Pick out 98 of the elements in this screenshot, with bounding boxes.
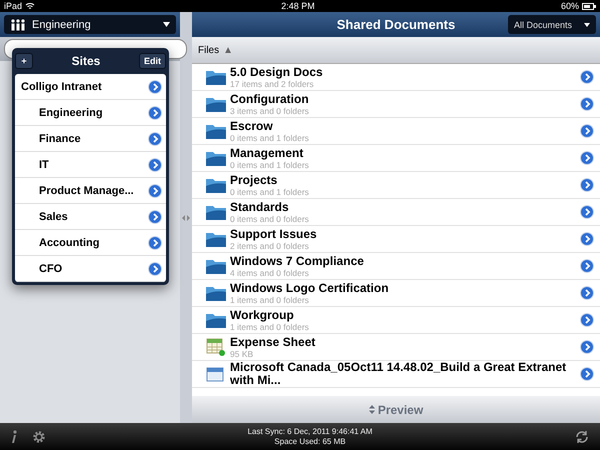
- clock: 2:48 PM: [281, 1, 315, 11]
- info-icon[interactable]: [10, 430, 18, 444]
- space-used-text: Space Used: 65 MB: [274, 436, 346, 446]
- file-name: Windows Logo Certification: [230, 282, 390, 294]
- folder-icon: [206, 96, 226, 112]
- file-row[interactable]: Standards 0 items and 0 folders: [192, 199, 600, 226]
- file-name: Projects: [230, 174, 278, 186]
- file-row[interactable]: Management 0 items and 1 folders: [192, 145, 600, 172]
- file-details: 0 items and 1 folders: [230, 186, 310, 196]
- preview-button[interactable]: Preview: [192, 396, 600, 423]
- file-details: 95 KB: [230, 348, 254, 358]
- file-name: Standards: [230, 200, 290, 214]
- site-list-item[interactable]: CFO: [15, 256, 166, 282]
- folder-icon: [206, 204, 226, 220]
- disclosure-icon[interactable]: [580, 313, 594, 327]
- file-name: Management: [230, 146, 304, 160]
- site-selector[interactable]: Engineering: [4, 15, 176, 34]
- disclosure-icon[interactable]: [580, 286, 594, 300]
- spreadsheet-icon: [206, 338, 226, 356]
- wifi-icon: [25, 2, 36, 10]
- file-row[interactable]: Workgroup 1 items and 0 folders: [192, 307, 600, 334]
- disclosure-icon[interactable]: [580, 70, 594, 84]
- file-name: 5.0 Design Docs: [230, 66, 324, 78]
- file-details: 1 items and 0 folders: [230, 294, 310, 304]
- disclosure-icon[interactable]: [580, 340, 594, 354]
- file-details: 1 items and 0 folders: [230, 322, 310, 332]
- library-title: Shared Documents: [336, 17, 456, 32]
- file-row[interactable]: Support Issues 2 items and 0 folders: [192, 226, 600, 253]
- folder-icon: [206, 231, 226, 247]
- file-row[interactable]: Escrow 0 items and 1 folders: [192, 118, 600, 145]
- folder-icon: [206, 258, 226, 274]
- folder-icon: [206, 150, 226, 166]
- file-details: 0 items and 0 folders: [230, 214, 310, 224]
- file-name: Escrow: [230, 120, 274, 132]
- view-selector[interactable]: All Documents: [508, 15, 596, 34]
- popover-title: Sites: [72, 54, 100, 68]
- disclosure-icon[interactable]: [580, 232, 594, 246]
- disclosure-icon[interactable]: [148, 236, 162, 250]
- disclosure-icon[interactable]: [580, 124, 594, 138]
- site-list-item[interactable]: Colligo Intranet: [15, 74, 166, 100]
- disclosure-icon[interactable]: [580, 259, 594, 273]
- file-details: 17 items and 2 folders: [230, 78, 315, 88]
- disclosure-icon[interactable]: [148, 132, 162, 146]
- file-details: 3 items and 0 folders: [230, 106, 310, 116]
- settings-icon[interactable]: [32, 430, 46, 444]
- folder-icon: [206, 177, 226, 193]
- people-icon: [10, 18, 26, 30]
- disclosure-icon[interactable]: [148, 106, 162, 120]
- up-down-arrows-icon: [368, 405, 375, 414]
- disclosure-icon[interactable]: [580, 205, 594, 219]
- disclosure-icon[interactable]: [580, 151, 594, 165]
- dropdown-icon: [584, 22, 590, 26]
- file-details: 2 items and 0 folders: [230, 240, 310, 250]
- site-list-item[interactable]: Product Manage...: [15, 178, 166, 204]
- site-list-item[interactable]: Finance: [15, 126, 166, 152]
- file-name: Support Issues: [230, 228, 318, 240]
- sync-icon[interactable]: [574, 428, 590, 444]
- file-name: Windows 7 Compliance: [230, 254, 365, 268]
- site-list-item[interactable]: IT: [15, 152, 166, 178]
- resize-handle-icon[interactable]: [182, 214, 190, 220]
- file-name: Workgroup: [230, 308, 295, 322]
- file-row[interactable]: Configuration 3 items and 0 folders: [192, 91, 600, 118]
- disclosure-icon[interactable]: [148, 158, 162, 172]
- file-row[interactable]: Projects 0 items and 1 folders: [192, 172, 600, 199]
- disclosure-icon[interactable]: [148, 80, 162, 94]
- site-list-item[interactable]: Accounting: [15, 230, 166, 256]
- file-row[interactable]: Expense Sheet 95 KB: [192, 334, 600, 361]
- file-name: Expense Sheet: [230, 336, 316, 348]
- battery-percent: 60%: [560, 1, 579, 11]
- disclosure-icon[interactable]: [148, 184, 162, 198]
- document-icon: [206, 366, 226, 382]
- file-row[interactable]: Microsoft Canada_05Oct11 14.48.02_Build a Great Extranet with Mi...: [192, 361, 600, 388]
- file-row[interactable]: Windows Logo Certification 1 items and 0 folders: [192, 280, 600, 307]
- folder-icon: [206, 123, 226, 139]
- file-details: 0 items and 1 folders: [230, 132, 310, 142]
- disclosure-icon[interactable]: [148, 210, 162, 224]
- disclosure-icon[interactable]: [580, 367, 594, 381]
- edit-button[interactable]: Edit: [139, 53, 166, 69]
- folder-icon: [206, 312, 226, 328]
- battery-icon: [582, 2, 596, 10]
- last-sync-text: Last Sync: 6 Dec, 2011 9:46:41 AM: [248, 426, 372, 436]
- file-details: 4 items and 0 folders: [230, 268, 310, 278]
- site-list-item[interactable]: Engineering: [15, 100, 166, 126]
- site-list-item[interactable]: Sales: [15, 204, 166, 230]
- folder-icon: [206, 69, 226, 85]
- file-row[interactable]: Windows 7 Compliance 4 items and 0 folders: [192, 253, 600, 280]
- file-name: Microsoft Canada_05Oct11 14.48.02_Build a Great Extranet with Mi...: [230, 361, 568, 387]
- disclosure-icon[interactable]: [580, 178, 594, 192]
- column-header[interactable]: Files ▲: [192, 37, 600, 64]
- device-name: iPad: [4, 1, 22, 11]
- folder-icon: [206, 285, 226, 301]
- disclosure-icon[interactable]: [580, 97, 594, 111]
- file-name: Configuration: [230, 92, 310, 106]
- dropdown-icon: [163, 22, 170, 27]
- disclosure-icon[interactable]: [148, 262, 162, 276]
- add-button[interactable]: +: [15, 53, 33, 69]
- file-details: 0 items and 1 folders: [230, 160, 310, 170]
- file-row[interactable]: 5.0 Design Docs 17 items and 2 folders: [192, 64, 600, 91]
